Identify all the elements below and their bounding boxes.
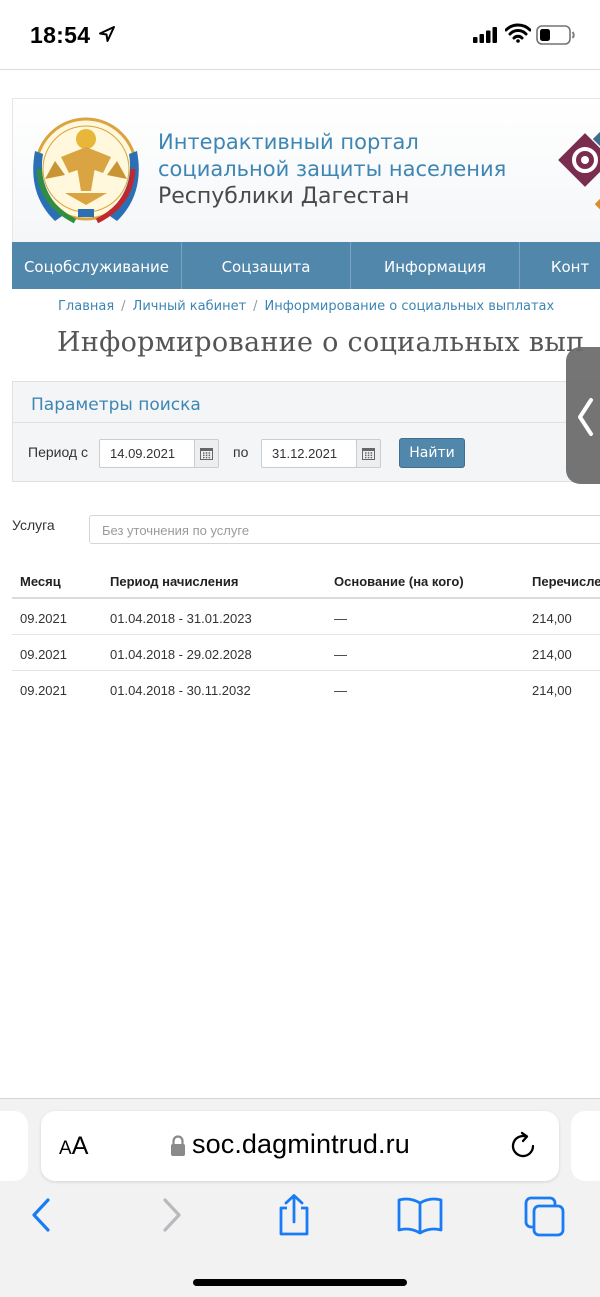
column-header-month[interactable]: Месяц <box>20 574 61 589</box>
find-button[interactable]: Найти <box>399 438 465 468</box>
nav-item-social-service[interactable]: Соцобслуживание <box>12 242 182 289</box>
table-header-row: Месяц Период начисления Основание (на ко… <box>12 562 600 599</box>
breadcrumb-current[interactable]: Информирование о социальных выплатах <box>265 299 555 314</box>
table-row: 09.2021 01.04.2018 - 31.01.2023 — 214,00 <box>12 599 600 635</box>
chevron-left-icon <box>578 398 593 436</box>
cell-amount: 214,00 <box>532 683 572 698</box>
page-title: Информирование о социальных вып <box>57 327 585 358</box>
cell-amount: 214,00 <box>532 611 572 626</box>
cell-period: 01.04.2018 - 30.11.2032 <box>110 683 251 698</box>
address-bar[interactable]: AA soc.dagmintrud.ru <box>41 1111 559 1181</box>
chevron-right-icon <box>163 1198 181 1232</box>
lock-icon <box>170 1135 186 1162</box>
calendar-icon <box>200 448 213 460</box>
cell-basis: — <box>334 647 347 662</box>
cell-month: 09.2021 <box>20 683 67 698</box>
site-header: Интерактивный портал социальной защиты н… <box>12 98 600 242</box>
cell-basis: — <box>334 683 347 698</box>
cell-period: 01.04.2018 - 31.01.2023 <box>110 611 252 626</box>
safari-bottom-bar: AA soc.dagmintrud.ru <box>0 1098 600 1297</box>
period-to-label: по <box>233 444 249 460</box>
column-header-period[interactable]: Период начисления <box>110 574 238 589</box>
breadcrumb-cabinet[interactable]: Личный кабинет <box>133 299 247 314</box>
nav-item-contacts[interactable]: Конт <box>520 242 600 289</box>
status-bar: 18:54 <box>0 0 600 70</box>
breadcrumb-home[interactable]: Главная <box>58 299 114 314</box>
nav-item-information[interactable]: Информация <box>351 242 520 289</box>
tabs-button[interactable] <box>523 1194 567 1238</box>
date-to-calendar-button[interactable] <box>356 439 381 468</box>
cellular-signal-icon <box>473 26 499 48</box>
portal-title-line2: социальной защиты населения <box>158 157 507 181</box>
chevron-left-icon <box>32 1198 50 1232</box>
search-panel-header[interactable]: Параметры поиска <box>13 382 600 423</box>
location-arrow-icon <box>98 25 116 48</box>
search-panel: Параметры поиска Период с 14.09.2021 по … <box>12 381 600 482</box>
date-to-input[interactable]: 31.12.2021 <box>261 439 357 468</box>
reload-icon[interactable] <box>509 1131 539 1166</box>
page-settings-button[interactable]: AA <box>59 1131 88 1161</box>
period-from-label: Период с <box>28 444 88 460</box>
gear-logo-icon[interactable] <box>557 124 600 224</box>
cell-amount: 214,00 <box>532 647 572 662</box>
service-select[interactable]: Без уточнения по услуге <box>89 515 600 544</box>
table-row: 09.2021 01.04.2018 - 29.02.2028 — 214,00 <box>12 635 600 671</box>
nav-item-social-protection[interactable]: Соцзащита <box>182 242 351 289</box>
search-panel-title: Параметры поиска <box>31 395 201 415</box>
breadcrumb-separator: / <box>253 299 258 314</box>
tabs-icon <box>524 1196 565 1237</box>
status-time: 18:54 <box>30 22 91 48</box>
portal-title[interactable]: Интерактивный портал социальной защиты н… <box>158 129 506 210</box>
date-from-input[interactable]: 14.09.2021 <box>99 439 195 468</box>
breadcrumb: Главная / Личный кабинет / Информирование о … <box>58 299 554 314</box>
date-from-calendar-button[interactable] <box>194 439 219 468</box>
cell-period: 01.04.2018 - 29.02.2028 <box>110 647 252 662</box>
table-row: 09.2021 01.04.2018 - 30.11.2032 — 214,00 <box>12 671 600 707</box>
portal-title-line3: Республики Дагестан <box>158 184 410 209</box>
dagestan-emblem-logo[interactable] <box>25 109 148 239</box>
column-header-basis[interactable]: Основание (на кого) <box>334 574 464 589</box>
forward-button[interactable] <box>150 1194 194 1238</box>
web-page[interactable]: Интерактивный портал социальной защиты н… <box>0 70 600 1098</box>
share-button[interactable] <box>272 1194 316 1238</box>
battery-icon <box>536 25 576 50</box>
cell-basis: — <box>334 611 347 626</box>
url-text[interactable]: soc.dagmintrud.ru <box>192 1129 410 1160</box>
wifi-icon <box>504 23 532 48</box>
side-panel-handle[interactable] <box>566 347 600 484</box>
portal-title-line1: Интерактивный портал <box>158 130 419 154</box>
service-label: Услуга <box>12 517 55 533</box>
calendar-icon <box>362 448 375 460</box>
column-header-transferred[interactable]: Перечисле <box>532 574 600 589</box>
book-icon <box>397 1197 443 1235</box>
home-indicator[interactable] <box>193 1279 407 1286</box>
cell-month: 09.2021 <box>20 647 67 662</box>
bookmarks-button[interactable] <box>396 1194 443 1238</box>
next-tab-preview[interactable] <box>571 1111 600 1181</box>
cell-month: 09.2021 <box>20 611 67 626</box>
back-button[interactable] <box>20 1194 64 1238</box>
share-icon <box>279 1194 309 1236</box>
breadcrumb-separator: / <box>121 299 126 314</box>
main-nav: Соцобслуживание Соцзащита Информация Кон… <box>12 242 600 289</box>
previous-tab-preview[interactable] <box>0 1111 28 1181</box>
